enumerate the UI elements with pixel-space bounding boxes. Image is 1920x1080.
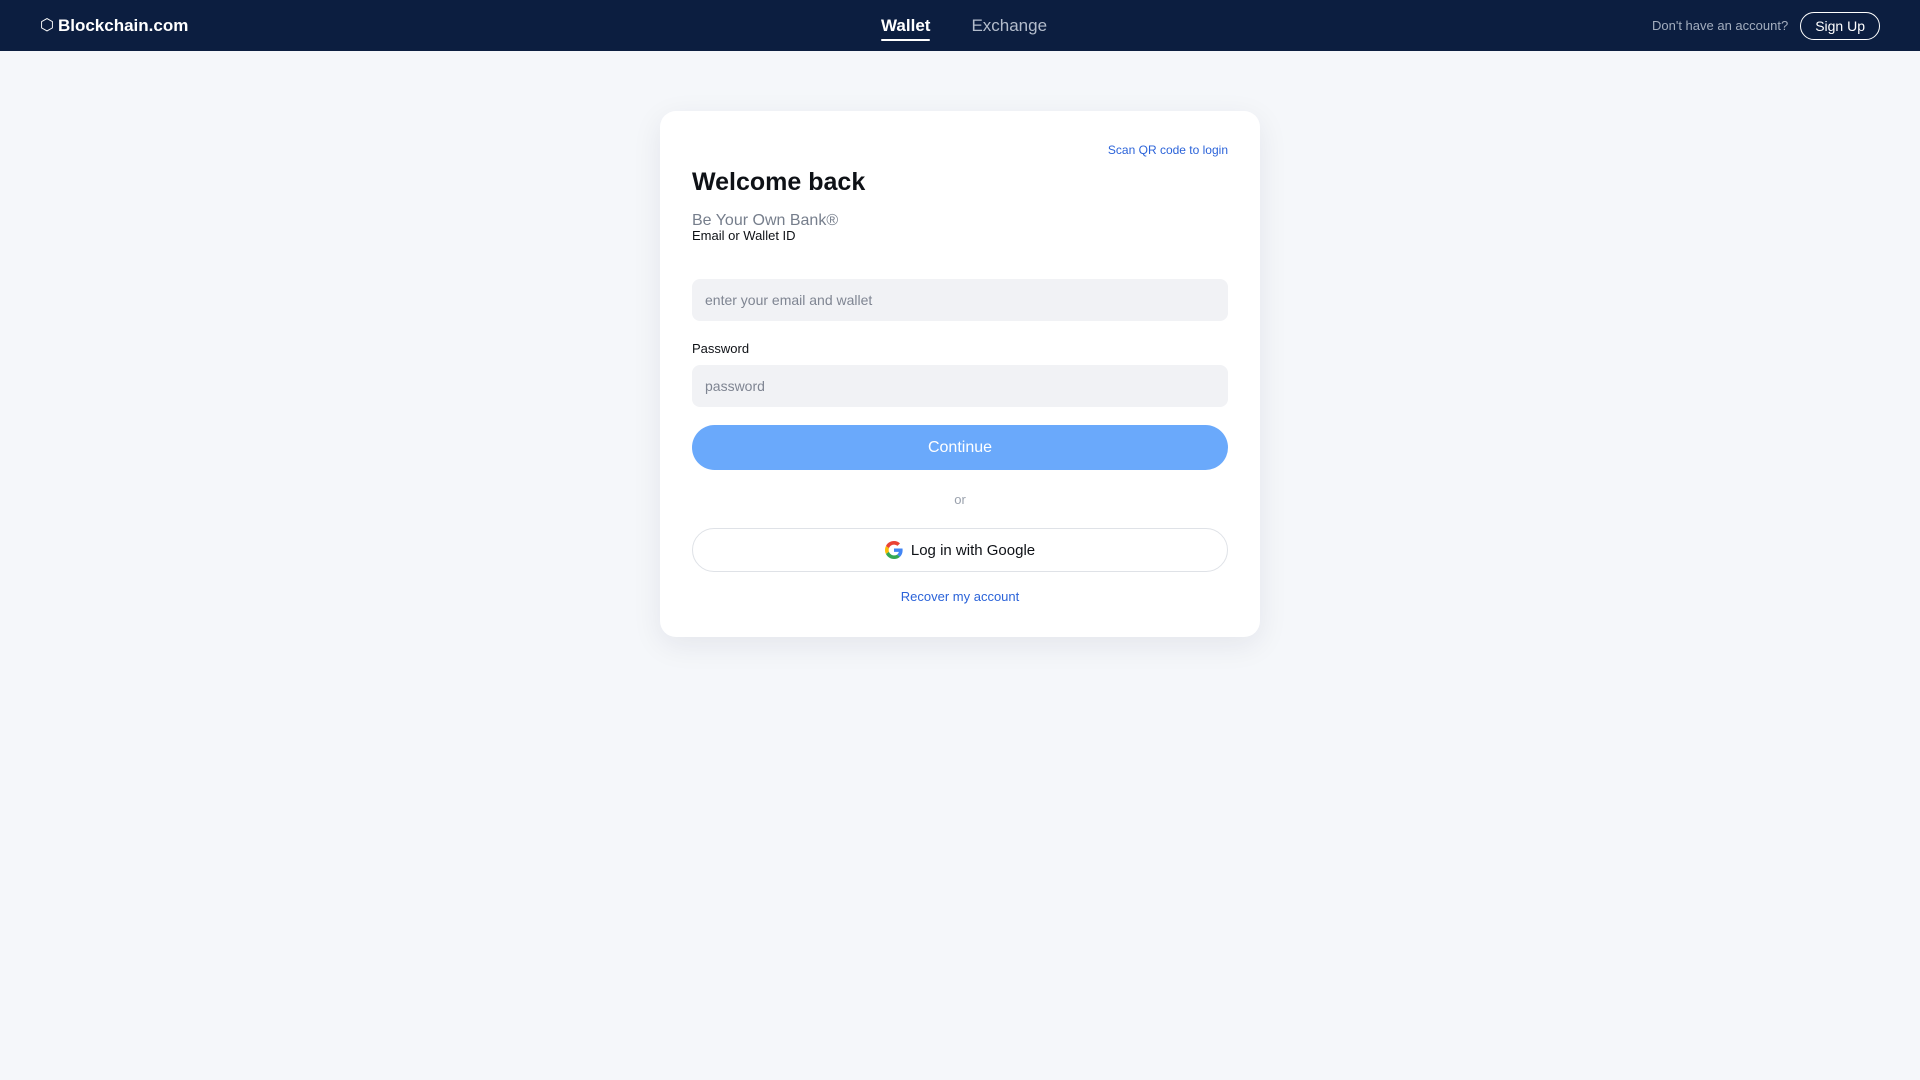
- continue-button[interactable]: Continue: [692, 425, 1228, 470]
- password-field-label: Password: [692, 341, 750, 356]
- page-title: Welcome back: [692, 168, 866, 196]
- top-navigation-bar: ⬡ Blockchain.com Wallet Exchange Don't h…: [0, 0, 1920, 51]
- password-input[interactable]: [692, 365, 1228, 407]
- brand-logo-link[interactable]: ⬡ Blockchain.com: [40, 0, 188, 51]
- recover-account-link[interactable]: Recover my account: [660, 589, 1260, 604]
- google-login-label: Log in with Google: [910, 541, 1036, 559]
- account-actions: Don't have an account? Sign Up: [1652, 0, 1880, 51]
- scan-qr-login-link[interactable]: Scan QR code to login: [1108, 143, 1228, 157]
- no-account-text: Don't have an account?: [1651, 18, 1789, 33]
- main-nav-tabs: Wallet Exchange: [881, 0, 1047, 51]
- login-card: Scan QR code to login Welcome back Be Yo…: [660, 111, 1260, 637]
- google-g-icon: [884, 541, 903, 559]
- email-wallet-id-input[interactable]: [692, 279, 1228, 321]
- email-field-label: Email or Wallet ID: [692, 228, 796, 243]
- or-divider: or: [954, 492, 966, 507]
- tab-wallet[interactable]: Wallet: [881, 12, 931, 41]
- brand-name: Blockchain.com: [57, 15, 189, 35]
- sign-up-button[interactable]: Sign Up: [1800, 11, 1880, 40]
- hexagon-icon: ⬡: [40, 16, 54, 34]
- tab-exchange[interactable]: Exchange: [971, 12, 1047, 40]
- google-login-button[interactable]: Log in with Google: [692, 528, 1228, 572]
